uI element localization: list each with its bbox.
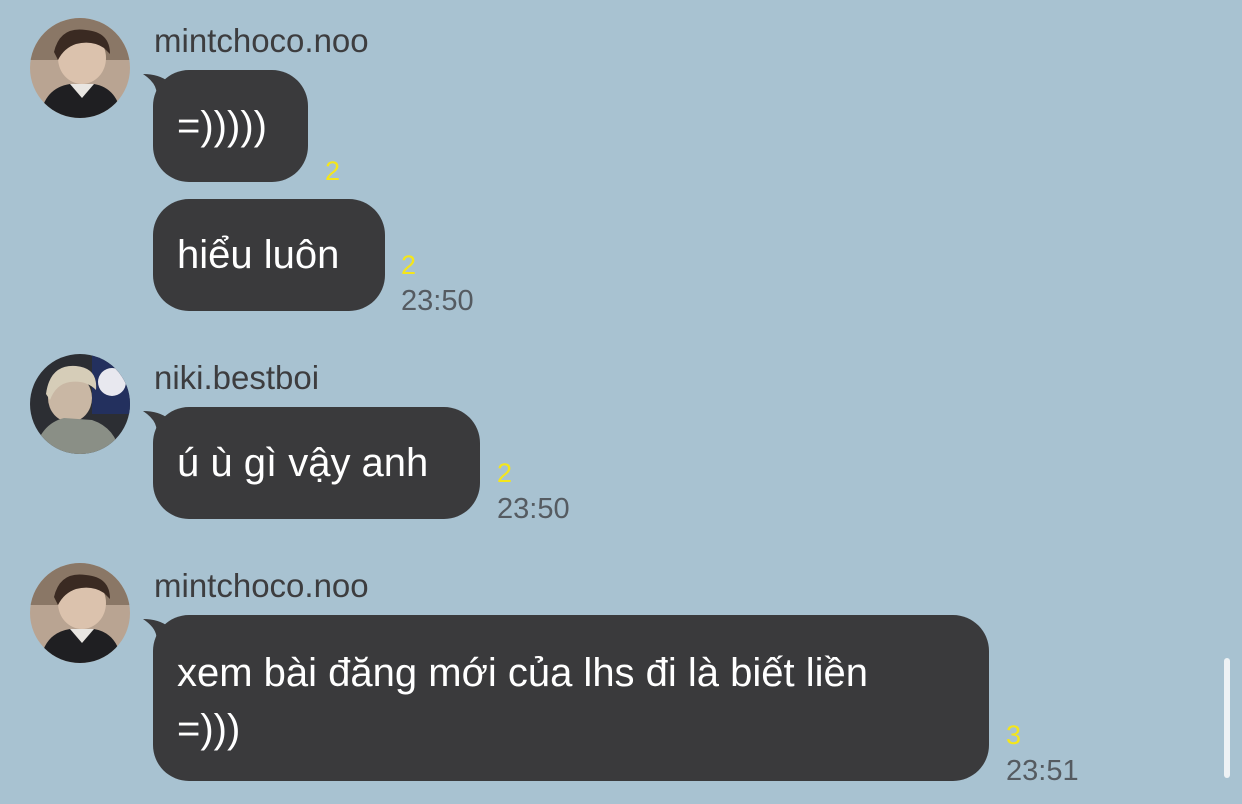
user-photo-avatar-icon — [30, 563, 130, 663]
read-count: 2 — [325, 156, 341, 186]
sender-name: mintchoco.noo — [154, 22, 369, 59]
message-bubble[interactable]: hiểu luôn — [153, 199, 385, 311]
sender-avatar[interactable] — [30, 18, 130, 118]
message-timestamp: 23:50 — [401, 285, 474, 317]
read-count: 2 — [401, 250, 417, 280]
message-bubble[interactable]: ú ù gì vậy anh — [153, 407, 480, 519]
user-photo-avatar-icon — [30, 354, 130, 454]
read-count: 2 — [497, 458, 513, 488]
sender-avatar[interactable] — [30, 354, 130, 454]
sender-name: niki.bestboi — [154, 359, 320, 396]
read-count: 3 — [1006, 720, 1022, 750]
message-bubble[interactable]: =))))) — [153, 70, 308, 182]
sender-avatar[interactable] — [30, 563, 130, 663]
sender-name: mintchoco.noo — [154, 567, 369, 604]
message-text: ú ù gì vậy anh — [177, 441, 429, 485]
message-text: xem bài đăng mới của lhs đi là biết liền… — [177, 651, 869, 751]
message-text: hiểu luôn — [177, 233, 340, 277]
user-photo-avatar-icon — [30, 18, 130, 118]
message-timestamp: 23:50 — [497, 493, 570, 525]
scrollbar-thumb[interactable] — [1224, 658, 1230, 778]
message-timestamp: 23:51 — [1006, 755, 1079, 787]
message-bubble[interactable]: xem bài đăng mới của lhs đi là biết liền… — [153, 615, 989, 781]
message-text: =))))) — [177, 104, 267, 148]
